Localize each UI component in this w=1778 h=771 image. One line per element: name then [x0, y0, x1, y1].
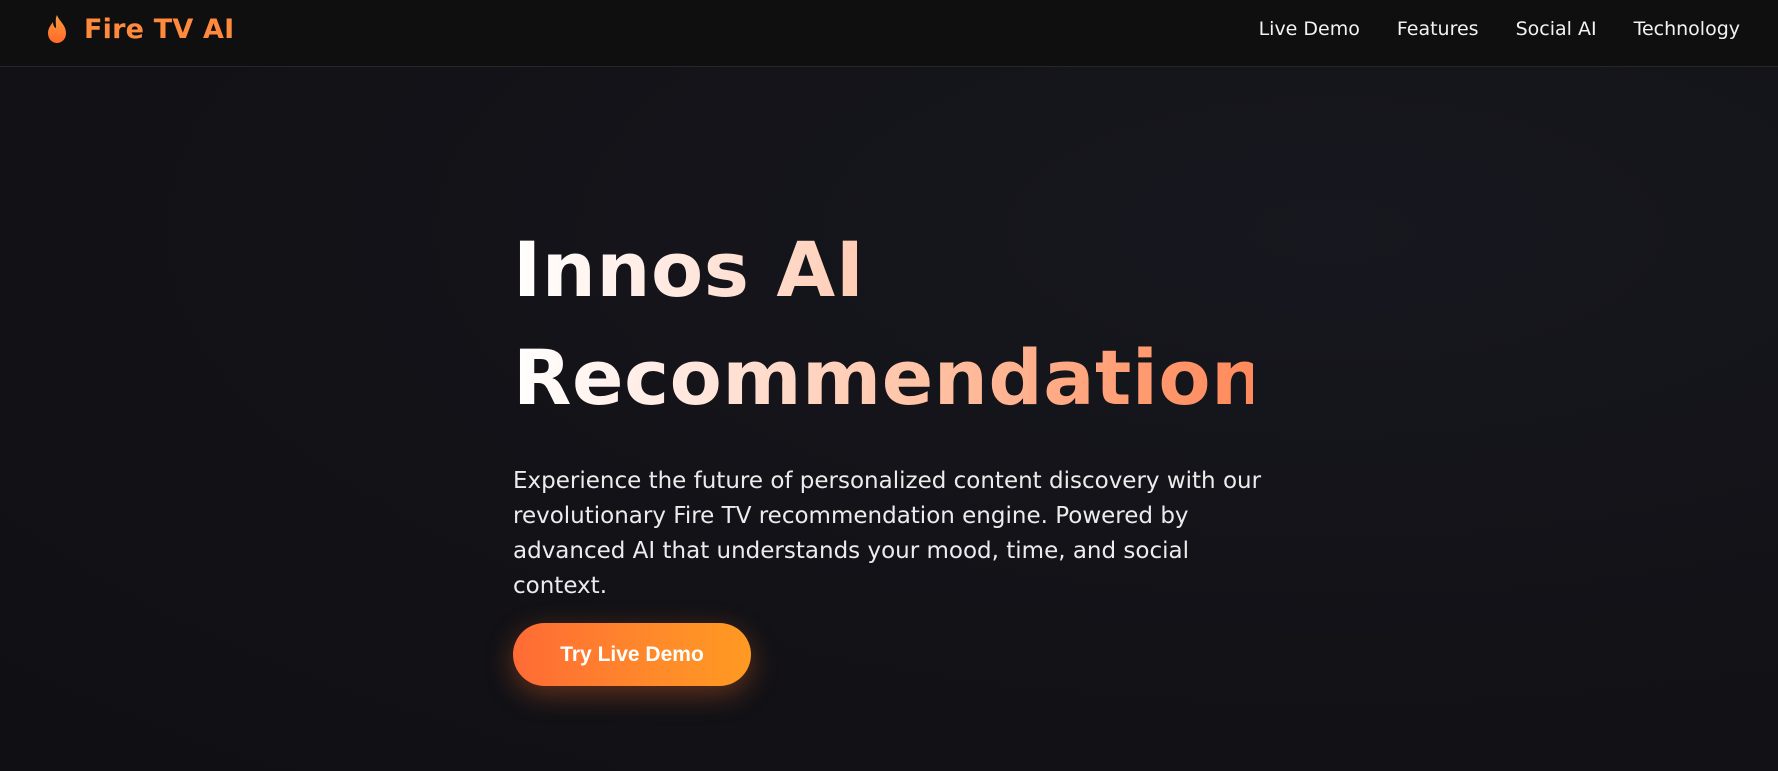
- hero-title-line-1: Innos AI: [513, 225, 865, 314]
- nav-link-social-ai[interactable]: Social AI: [1516, 17, 1597, 41]
- hero-section: Innos AI Recommendations Experience the …: [513, 216, 1313, 604]
- navbar: Fire TV AI Live Demo Features Social AI …: [0, 0, 1778, 67]
- brand-name: Fire TV AI: [84, 13, 235, 45]
- hero-title-line-2: Recommendations: [513, 333, 1312, 422]
- nav-link-live-demo[interactable]: Live Demo: [1259, 17, 1360, 41]
- hero-title: Innos AI Recommendations: [513, 216, 1253, 432]
- brand-logo-link[interactable]: Fire TV AI: [44, 12, 234, 46]
- page: Fire TV AI Live Demo Features Social AI …: [0, 0, 1778, 771]
- hero-description: Experience the future of personalized co…: [513, 468, 1262, 599]
- flame-icon: [48, 15, 66, 43]
- try-live-demo-button[interactable]: Try Live Demo: [513, 623, 751, 686]
- nav-link-features[interactable]: Features: [1397, 17, 1479, 41]
- nav-links: Live Demo Features Social AI Technology: [1259, 17, 1740, 41]
- nav-link-technology[interactable]: Technology: [1634, 17, 1740, 41]
